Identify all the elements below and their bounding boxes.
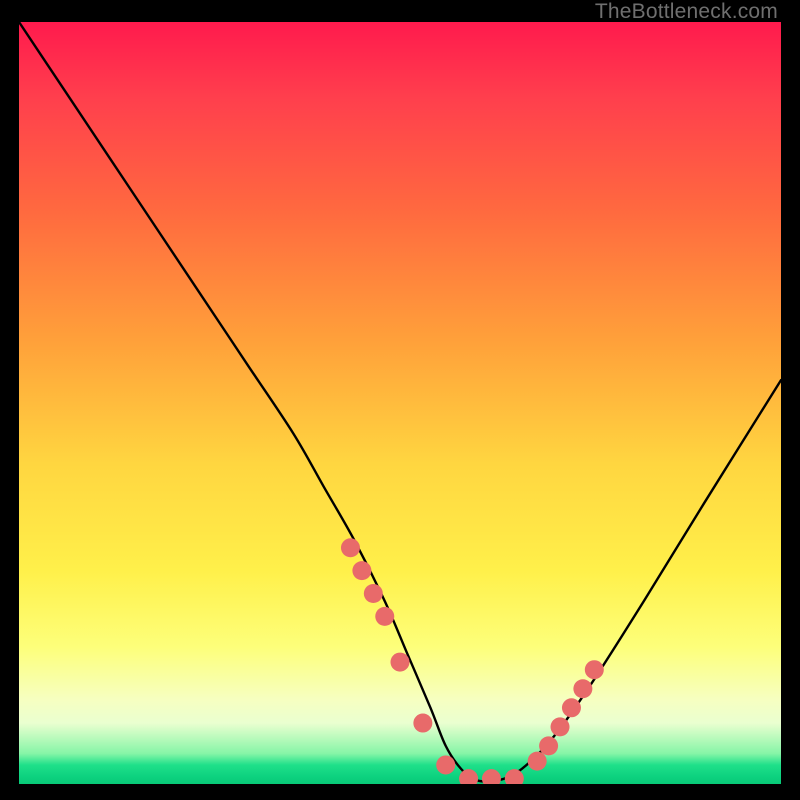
watermark-label: TheBottleneck.com [595, 0, 778, 24]
chart-frame: TheBottleneck.com [0, 0, 800, 800]
gradient-background [19, 22, 781, 784]
